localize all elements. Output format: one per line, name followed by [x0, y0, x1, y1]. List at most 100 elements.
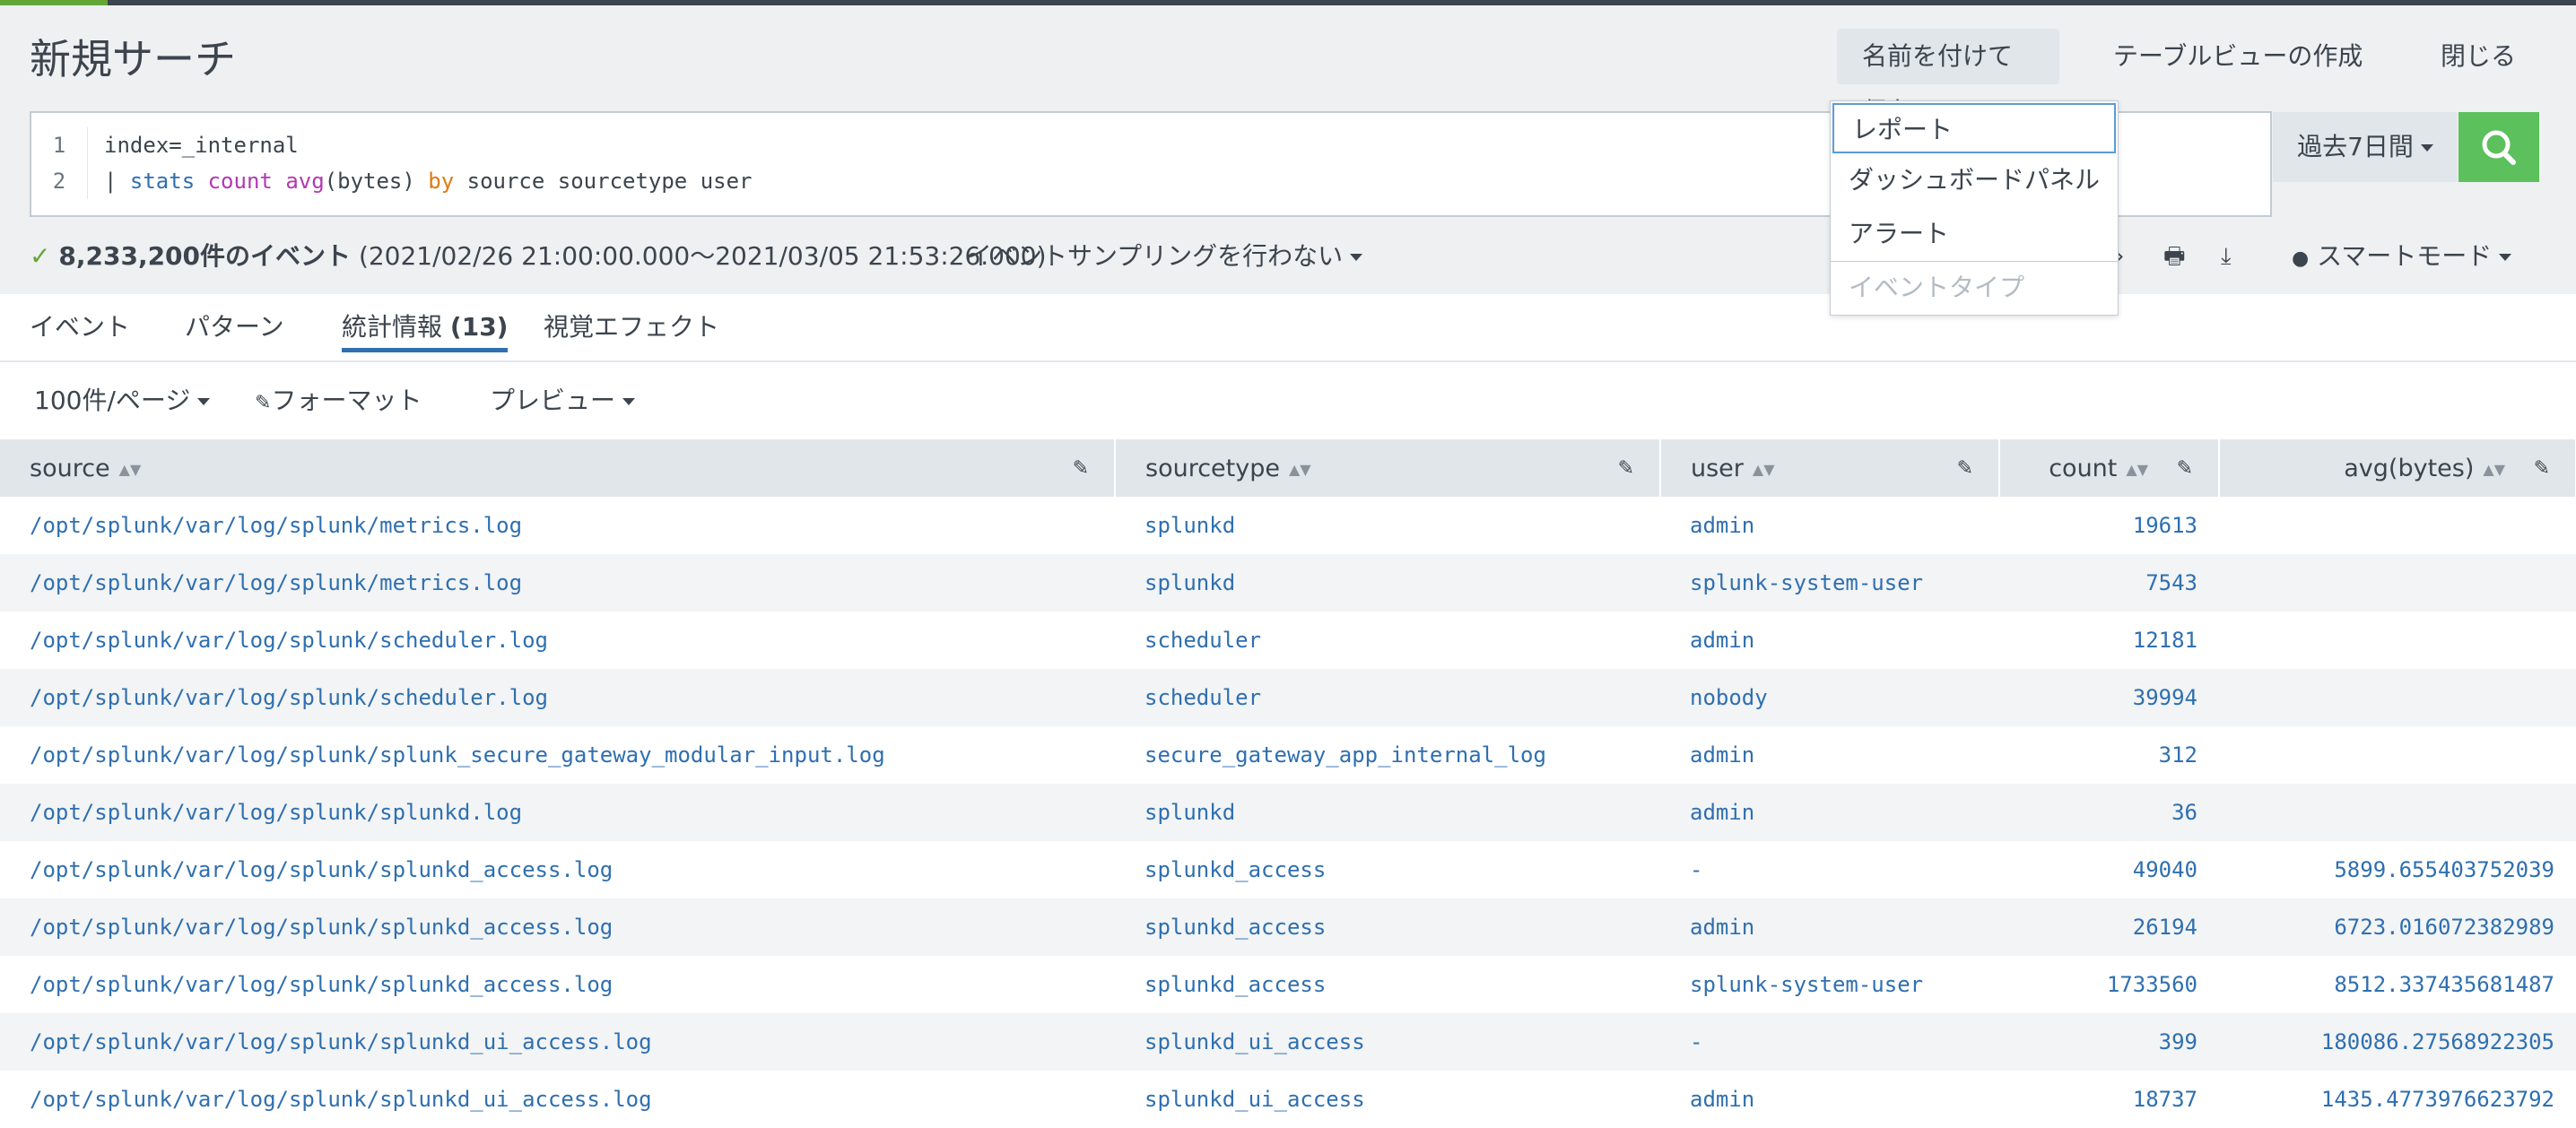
cell-user[interactable]: splunk-system-user	[1660, 956, 1999, 1013]
cell-count[interactable]: 399	[1999, 1013, 2219, 1071]
column-header-source[interactable]: source ▲▼ ✎	[0, 439, 1116, 497]
cell-source[interactable]: /opt/splunk/var/log/splunk/splunkd.log	[0, 784, 1115, 841]
page-title: 新規サーチ	[30, 35, 236, 83]
sort-icon[interactable]: ▲▼	[2483, 461, 2505, 478]
caret-down-icon	[1350, 254, 1363, 261]
save-as-button[interactable]: 名前を付けて保存	[1837, 29, 2059, 126]
search-mode-dropdown[interactable]: ● スマートモード	[2292, 235, 2512, 281]
sort-icon[interactable]: ▲▼	[1753, 461, 1775, 478]
cell-user[interactable]: splunk-system-user	[1660, 554, 1999, 612]
fields-token: source sourcetype user	[454, 169, 753, 194]
cell-source[interactable]: /opt/splunk/var/log/splunk/splunkd_ui_ac…	[0, 1071, 1115, 1128]
cell-sourcetype[interactable]: splunkd	[1115, 554, 1660, 612]
tab-visualization[interactable]: 視覚エフェクト	[544, 307, 719, 348]
cell-sourcetype[interactable]: scheduler	[1115, 612, 1660, 669]
cell-user[interactable]: admin	[1660, 612, 1999, 669]
cell-user[interactable]: -	[1660, 1013, 1999, 1071]
menu-item-dashboard-panel[interactable]: ダッシュボードパネル	[1831, 155, 2118, 205]
results-toolbar: 100件/ページ ✎フォーマット プレビュー	[0, 362, 2576, 439]
pencil-icon[interactable]: ✎	[1957, 457, 1973, 480]
cell-count[interactable]: 1733560	[1999, 956, 2219, 1013]
cell-avg-bytes[interactable]	[2219, 784, 2576, 841]
pencil-icon[interactable]: ✎	[1618, 457, 1634, 480]
cell-user[interactable]: nobody	[1660, 669, 1999, 726]
cell-avg-bytes[interactable]: 8512.337435681487	[2219, 956, 2576, 1013]
pencil-icon[interactable]: ✎	[2177, 457, 2193, 480]
pipe-token: |	[104, 169, 130, 194]
cell-avg-bytes[interactable]	[2219, 554, 2576, 612]
cell-sourcetype[interactable]: splunkd	[1115, 497, 1660, 554]
cell-user[interactable]: admin	[1660, 726, 1999, 784]
close-button[interactable]: 閉じる	[2441, 29, 2516, 84]
cell-avg-bytes[interactable]: 180086.27568922305	[2219, 1013, 2576, 1071]
cell-sourcetype[interactable]: splunkd_access	[1115, 956, 1660, 1013]
cell-source[interactable]: /opt/splunk/var/log/splunk/splunkd_acces…	[0, 956, 1115, 1013]
table-row: /opt/splunk/var/log/splunk/splunkd.log sp…	[0, 784, 2576, 841]
cell-user[interactable]: admin	[1660, 784, 1999, 841]
cell-source[interactable]: /opt/splunk/var/log/splunk/splunkd_acces…	[0, 841, 1115, 898]
search-button[interactable]	[2459, 112, 2539, 182]
cell-avg-bytes[interactable]	[2219, 612, 2576, 669]
cell-user[interactable]: -	[1660, 841, 1999, 898]
column-header-count[interactable]: count ▲▼ ✎	[1999, 439, 2220, 497]
cell-avg-bytes[interactable]: 1435.4773976623792	[2219, 1071, 2576, 1128]
column-header-user[interactable]: user ▲▼ ✎	[1660, 439, 2000, 497]
cell-avg-bytes[interactable]: 5899.655403752039	[2219, 841, 2576, 898]
column-header-avg-bytes[interactable]: avg(bytes) ▲▼ ✎	[2219, 439, 2576, 497]
sort-icon[interactable]: ▲▼	[2126, 461, 2148, 478]
cell-sourcetype[interactable]: secure_gateway_app_internal_log	[1115, 726, 1660, 784]
sort-icon[interactable]: ▲▼	[1289, 461, 1311, 478]
cell-source[interactable]: /opt/splunk/var/log/splunk/scheduler.log	[0, 669, 1115, 726]
cell-count[interactable]: 7543	[1999, 554, 2219, 612]
tab-patterns[interactable]: パターン	[185, 307, 284, 348]
tab-statistics[interactable]: 統計情報 (13)	[342, 307, 509, 352]
preview-dropdown[interactable]: プレビュー	[490, 378, 636, 423]
cell-avg-bytes[interactable]	[2219, 497, 2576, 554]
cell-source[interactable]: /opt/splunk/var/log/splunk/metrics.log	[0, 497, 1115, 554]
cell-source[interactable]: /opt/splunk/var/log/splunk/splunkd_ui_ac…	[0, 1013, 1115, 1071]
sort-icon[interactable]: ▲▼	[119, 461, 142, 478]
format-label: フォーマット	[271, 386, 422, 415]
cell-count[interactable]: 18737	[1999, 1071, 2219, 1128]
column-header-sourcetype[interactable]: sourcetype ▲▼ ✎	[1115, 439, 1661, 497]
sampling-dropdown[interactable]: イベントサンプリングを行わない	[967, 235, 1363, 278]
print-icon[interactable]: 🖶	[2163, 235, 2186, 278]
cell-source[interactable]: /opt/splunk/var/log/splunk/metrics.log	[0, 554, 1115, 612]
cell-user[interactable]: admin	[1660, 1071, 1999, 1128]
cell-user[interactable]: admin	[1660, 497, 1999, 554]
tab-events[interactable]: イベント	[30, 307, 130, 348]
cell-count[interactable]: 49040	[1999, 841, 2219, 898]
menu-item-alert[interactable]: アラート	[1831, 209, 2118, 259]
cell-avg-bytes[interactable]	[2219, 669, 2576, 726]
per-page-dropdown[interactable]: 100件/ページ	[34, 378, 211, 423]
cell-count[interactable]: 19613	[1999, 497, 2219, 554]
cell-count[interactable]: 39994	[1999, 669, 2219, 726]
cell-source[interactable]: /opt/splunk/var/log/splunk/splunk_secure…	[0, 726, 1115, 784]
format-button[interactable]: ✎フォーマット	[255, 378, 422, 423]
table-row: /opt/splunk/var/log/splunk/scheduler.log…	[0, 669, 2576, 726]
menu-item-event-type: イベントタイプ	[1849, 273, 2025, 302]
cell-count[interactable]: 12181	[1999, 612, 2219, 669]
cell-sourcetype[interactable]: splunkd_ui_access	[1115, 1071, 1660, 1128]
cell-count[interactable]: 312	[1999, 726, 2219, 784]
cell-sourcetype[interactable]: scheduler	[1115, 669, 1660, 726]
cell-sourcetype[interactable]: splunkd_ui_access	[1115, 1013, 1660, 1071]
cell-sourcetype[interactable]: splunkd_access	[1115, 898, 1660, 956]
cell-user[interactable]: admin	[1660, 898, 1999, 956]
pencil-icon[interactable]: ✎	[2534, 457, 2550, 480]
line-number: 2	[31, 163, 88, 199]
cell-count[interactable]: 36	[1999, 784, 2219, 841]
cell-count[interactable]: 26194	[1999, 898, 2219, 956]
cell-source[interactable]: /opt/splunk/var/log/splunk/splunkd_acces…	[0, 898, 1115, 956]
create-table-view-button[interactable]: テーブルビューの作成	[2113, 29, 2363, 84]
menu-item-report[interactable]: レポート	[1832, 103, 2116, 153]
cell-avg-bytes[interactable]: 6723.016072382989	[2219, 898, 2576, 956]
time-range-picker[interactable]: 過去7日間	[2273, 112, 2458, 182]
pencil-icon[interactable]: ✎	[1073, 457, 1089, 480]
cell-source[interactable]: /opt/splunk/var/log/splunk/scheduler.log	[0, 612, 1115, 669]
cell-avg-bytes[interactable]	[2219, 726, 2576, 784]
top-bar	[0, 0, 2576, 5]
cell-sourcetype[interactable]: splunkd_access	[1115, 841, 1660, 898]
export-icon[interactable]: ⤓	[2221, 235, 2232, 278]
cell-sourcetype[interactable]: splunkd	[1115, 784, 1660, 841]
